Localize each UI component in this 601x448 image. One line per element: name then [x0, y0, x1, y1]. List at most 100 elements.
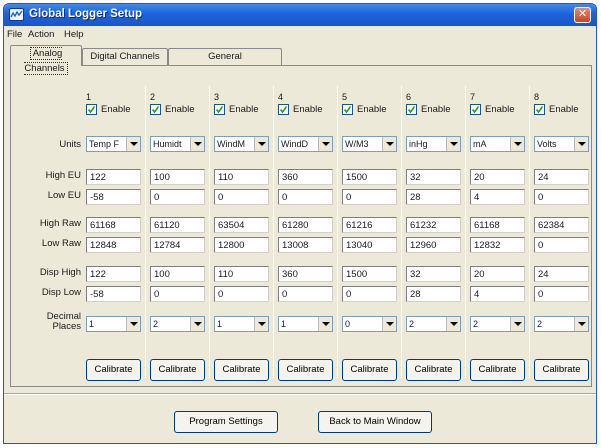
high-raw-input[interactable]: 61216 [342, 217, 397, 233]
low-raw-input[interactable]: 12960 [406, 237, 461, 253]
disp-low-input[interactable]: 0 [150, 286, 205, 302]
disp-high-input[interactable]: 20 [470, 266, 525, 282]
low-eu-input[interactable]: 0 [214, 189, 269, 205]
high-eu-input[interactable]: 110 [214, 169, 269, 185]
low-raw-input[interactable]: 12800 [214, 237, 269, 253]
high-raw-input[interactable]: 63504 [214, 217, 269, 233]
enable-checkbox[interactable]: Enable [214, 104, 276, 116]
high-raw-input[interactable]: 61120 [150, 217, 205, 233]
decimal-places-select[interactable]: 2 [534, 316, 589, 332]
calibrate-button[interactable]: Calibrate [86, 359, 141, 381]
high-eu-input[interactable]: 122 [86, 169, 141, 185]
high-eu-input[interactable]: 1500 [342, 169, 397, 185]
menu-action[interactable]: Action [28, 29, 54, 40]
units-select[interactable]: Humidt [150, 136, 205, 152]
units-select[interactable]: mA [470, 136, 525, 152]
enable-checkbox[interactable]: Enable [534, 104, 596, 116]
chevron-down-icon[interactable] [126, 137, 140, 151]
units-select[interactable]: WindM [214, 136, 269, 152]
decimal-places-select[interactable]: 2 [470, 316, 525, 332]
disp-low-input[interactable]: -58 [86, 286, 141, 302]
calibrate-button[interactable]: Calibrate [342, 359, 397, 381]
units-select[interactable]: Temp F [86, 136, 141, 152]
low-eu-input[interactable]: 28 [406, 189, 461, 205]
high-raw-input[interactable]: 61232 [406, 217, 461, 233]
decimal-places-select[interactable]: 2 [150, 316, 205, 332]
calibrate-button[interactable]: Calibrate [150, 359, 205, 381]
decimal-places-select[interactable]: 1 [278, 316, 333, 332]
chevron-down-icon[interactable] [126, 317, 140, 331]
chevron-down-icon[interactable] [446, 137, 460, 151]
close-button[interactable]: ✕ [574, 7, 591, 23]
disp-low-input[interactable]: 4 [470, 286, 525, 302]
chevron-down-icon[interactable] [510, 137, 524, 151]
disp-low-input[interactable]: 28 [406, 286, 461, 302]
low-raw-input[interactable]: 12832 [470, 237, 525, 253]
disp-low-input[interactable]: 0 [534, 286, 589, 302]
chevron-down-icon[interactable] [382, 137, 396, 151]
chevron-down-icon[interactable] [318, 317, 332, 331]
disp-high-input[interactable]: 32 [406, 266, 461, 282]
high-raw-input[interactable]: 61168 [86, 217, 141, 233]
high-raw-input[interactable]: 61280 [278, 217, 333, 233]
disp-low-input[interactable]: 0 [214, 286, 269, 302]
chevron-down-icon[interactable] [510, 317, 524, 331]
units-select[interactable]: inHg [406, 136, 461, 152]
low-raw-input[interactable]: 0 [534, 237, 589, 253]
tab-general[interactable]: General [168, 48, 282, 65]
low-raw-input[interactable]: 13008 [278, 237, 333, 253]
low-raw-input[interactable]: 12848 [86, 237, 141, 253]
low-eu-input[interactable]: -58 [86, 189, 141, 205]
units-select[interactable]: Volts [534, 136, 589, 152]
enable-checkbox[interactable]: Enable [342, 104, 404, 116]
low-eu-input[interactable]: 0 [342, 189, 397, 205]
enable-checkbox[interactable]: Enable [278, 104, 340, 116]
high-raw-input[interactable]: 61168 [470, 217, 525, 233]
tab-digital-channels[interactable]: Digital Channels [82, 48, 168, 65]
calibrate-button[interactable]: Calibrate [470, 359, 525, 381]
calibrate-button[interactable]: Calibrate [406, 359, 461, 381]
chevron-down-icon[interactable] [254, 317, 268, 331]
low-eu-input[interactable]: 0 [278, 189, 333, 205]
back-to-main-window-button[interactable]: Back to Main Window [318, 411, 432, 433]
enable-checkbox[interactable]: Enable [86, 104, 148, 116]
calibrate-button[interactable]: Calibrate [534, 359, 589, 381]
disp-high-input[interactable]: 360 [278, 266, 333, 282]
disp-low-input[interactable]: 0 [278, 286, 333, 302]
program-settings-button[interactable]: Program Settings [174, 411, 278, 433]
chevron-down-icon[interactable] [574, 137, 588, 151]
chevron-down-icon[interactable] [190, 317, 204, 331]
units-select[interactable]: W/M3 [342, 136, 397, 152]
low-raw-input[interactable]: 12784 [150, 237, 205, 253]
calibrate-button[interactable]: Calibrate [214, 359, 269, 381]
low-raw-input[interactable]: 13040 [342, 237, 397, 253]
high-eu-input[interactable]: 32 [406, 169, 461, 185]
chevron-down-icon[interactable] [574, 317, 588, 331]
low-eu-input[interactable]: 4 [470, 189, 525, 205]
disp-high-input[interactable]: 1500 [342, 266, 397, 282]
disp-high-input[interactable]: 100 [150, 266, 205, 282]
high-eu-input[interactable]: 100 [150, 169, 205, 185]
high-eu-input[interactable]: 360 [278, 169, 333, 185]
decimal-places-select[interactable]: 1 [86, 316, 141, 332]
tab-analog-channels[interactable]: Analog Channels [10, 45, 82, 75]
menu-help[interactable]: Help [64, 29, 84, 40]
high-raw-input[interactable]: 62384 [534, 217, 589, 233]
calibrate-button[interactable]: Calibrate [278, 359, 333, 381]
disp-high-input[interactable]: 110 [214, 266, 269, 282]
enable-checkbox[interactable]: Enable [406, 104, 468, 116]
enable-checkbox[interactable]: Enable [150, 104, 212, 116]
enable-checkbox[interactable]: Enable [470, 104, 532, 116]
chevron-down-icon[interactable] [446, 317, 460, 331]
decimal-places-select[interactable]: 2 [406, 316, 461, 332]
low-eu-input[interactable]: 0 [534, 189, 589, 205]
decimal-places-select[interactable]: 1 [214, 316, 269, 332]
disp-high-input[interactable]: 122 [86, 266, 141, 282]
chevron-down-icon[interactable] [318, 137, 332, 151]
chevron-down-icon[interactable] [190, 137, 204, 151]
units-select[interactable]: WindD [278, 136, 333, 152]
disp-high-input[interactable]: 24 [534, 266, 589, 282]
menu-file[interactable]: File [7, 29, 22, 40]
high-eu-input[interactable]: 20 [470, 169, 525, 185]
decimal-places-select[interactable]: 0 [342, 316, 397, 332]
